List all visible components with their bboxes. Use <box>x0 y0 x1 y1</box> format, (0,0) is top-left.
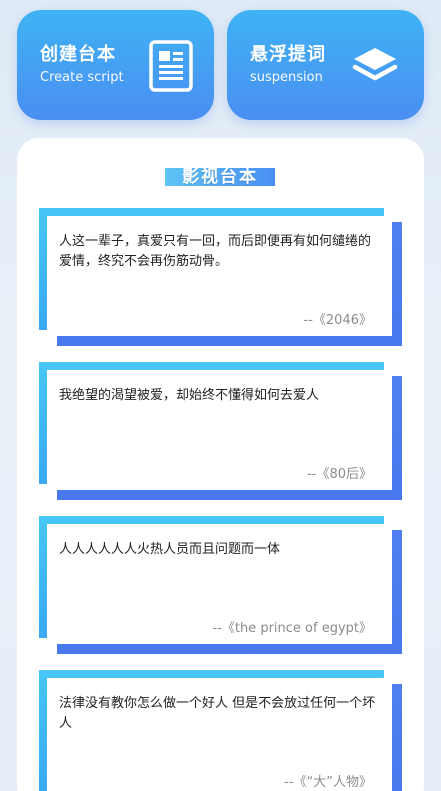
scripts-panel: 影视台本 人这一辈子，真爱只有一回，而后即便再有如何缱绻的爱情，终究不会再伤筋动… <box>17 138 424 791</box>
float-teleprompter-subtitle: suspension <box>250 70 323 85</box>
script-quote: 人人人人人人火热人员而且问题而一体 <box>59 542 281 557</box>
create-script-subtitle: Create script <box>40 70 124 85</box>
script-card[interactable]: 我绝望的渴望被爱，却始终不懂得如何去爱人 --《80后》 <box>39 362 402 500</box>
document-icon <box>149 40 193 92</box>
script-quote: 法律没有教你怎么做一个好人 但是不会放过任何一个坏人 <box>59 696 376 731</box>
create-script-button[interactable]: 创建台本 Create script <box>17 10 214 120</box>
script-source: --《2046》 <box>303 313 372 328</box>
panel-title-badge: 影视台本 <box>165 162 275 190</box>
create-script-title: 创建台本 <box>40 44 116 65</box>
script-card[interactable]: 法律没有教你怎么做一个好人 但是不会放过任何一个坏人 --《“大”人物》 <box>39 670 402 791</box>
script-source: --《“大”人物》 <box>284 775 372 790</box>
float-teleprompter-button[interactable]: 悬浮提词 suspension <box>227 10 424 120</box>
script-quote: 人这一辈子，真爱只有一回，而后即便再有如何缱绻的爱情，终究不会再伤筋动骨。 <box>59 234 372 269</box>
float-teleprompter-title: 悬浮提词 <box>250 44 326 65</box>
script-card[interactable]: 人这一辈子，真爱只有一回，而后即便再有如何缱绻的爱情，终究不会再伤筋动骨。 --… <box>39 208 402 346</box>
script-source: --《80后》 <box>307 467 372 482</box>
panel-title: 影视台本 <box>182 167 258 187</box>
script-quote: 我绝望的渴望被爱，却始终不懂得如何去爱人 <box>59 388 320 403</box>
layers-icon <box>352 48 398 81</box>
script-card[interactable]: 人人人人人人火热人员而且问题而一体 --《the prince of egypt… <box>39 516 402 654</box>
script-source: --《the prince of egypt》 <box>212 621 372 636</box>
